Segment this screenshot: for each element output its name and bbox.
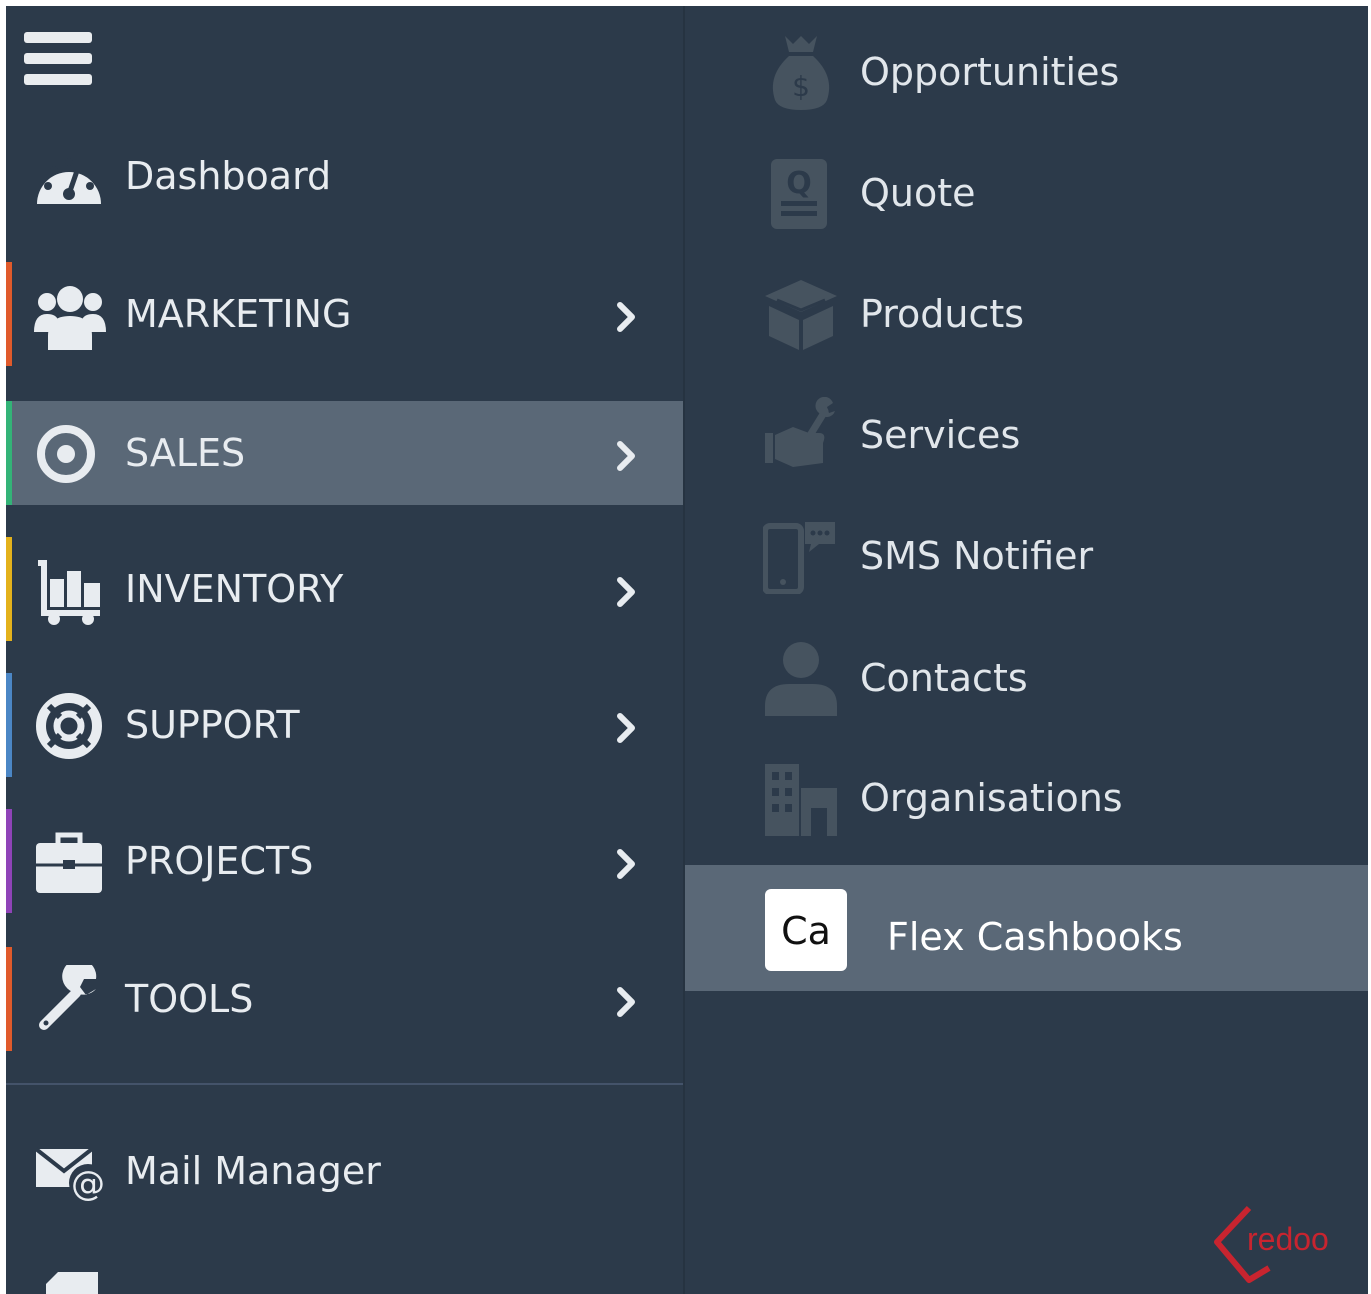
sidebar-item-projects[interactable]: PROJECTS: [6, 809, 683, 913]
chevron-right-icon: [614, 985, 640, 1019]
sidebar-item-mail-manager[interactable]: @ Mail Manager: [6, 1119, 683, 1223]
document-icon: [42, 1268, 102, 1294]
submenu-item-label: Quote: [860, 171, 976, 215]
target-icon: [34, 419, 104, 489]
chevron-right-icon: [614, 575, 640, 609]
sidebar-item-support[interactable]: SUPPORT: [6, 673, 683, 777]
chevron-right-icon: [614, 847, 640, 881]
main-sidebar: Dashboard MARKETING SALES INVENTORY SUPP…: [6, 6, 685, 1294]
hand-wrench-icon: [763, 397, 839, 473]
svg-text:$: $: [792, 70, 810, 103]
submenu-item-sms-notifier[interactable]: SMS Notifier: [685, 504, 1368, 608]
accent-bar: [6, 673, 12, 777]
building-icon: [763, 760, 839, 836]
person-icon: [763, 640, 839, 716]
chevron-right-icon: [614, 300, 640, 334]
accent-bar: [6, 262, 12, 366]
accent-bar: [6, 809, 12, 913]
submenu-item-label: Organisations: [860, 776, 1123, 820]
submenu-item-opportunities[interactable]: $ Opportunities: [685, 20, 1368, 124]
product-box-icon: [763, 276, 839, 352]
ca-badge-icon: Ca: [765, 889, 847, 971]
dashboard-gauge-icon: [34, 142, 104, 212]
accent-bar: [6, 401, 12, 505]
accent-bar: [6, 947, 12, 1051]
sidebar-item-label: PROJECTS: [125, 839, 314, 883]
quote-document-icon: Q: [763, 155, 839, 231]
sidebar-item-label: MARKETING: [125, 292, 352, 336]
submenu-item-label: Flex Cashbooks: [887, 915, 1183, 959]
svg-text:redoo: redoo: [1247, 1221, 1329, 1257]
submenu-item-label: SMS Notifier: [860, 534, 1094, 578]
sidebar-item-label: SALES: [125, 431, 246, 475]
sidebar-item-label: Dashboard: [125, 154, 332, 198]
users-group-icon: [34, 280, 106, 350]
submenu-item-flex-cashbooks[interactable]: Ca Flex Cashbooks: [685, 865, 1368, 991]
sidebar-item-label: SUPPORT: [125, 703, 300, 747]
svg-text:@: @: [71, 1164, 105, 1204]
submenu-item-services[interactable]: Services: [685, 383, 1368, 487]
chevron-right-icon: [614, 439, 640, 473]
sidebar-item-dashboard[interactable]: Dashboard: [6, 124, 683, 228]
sidebar-item-tools[interactable]: TOOLS: [6, 947, 683, 1051]
hamburger-icon[interactable]: [24, 32, 92, 90]
sidebar-item-marketing[interactable]: MARKETING: [6, 262, 683, 366]
sidebar-item-label: Mail Manager: [125, 1149, 381, 1193]
redoo-logo-icon: redoo: [1209, 1202, 1357, 1288]
menu-divider: [6, 1083, 683, 1085]
lifebuoy-icon: [34, 691, 104, 761]
svg-text:Q: Q: [786, 166, 812, 201]
submenu-item-organisations[interactable]: Organisations: [685, 746, 1368, 850]
submenu-item-products[interactable]: Products: [685, 262, 1368, 366]
sidebar-item-label: INVENTORY: [125, 567, 344, 611]
cart-boxes-icon: [34, 555, 104, 625]
submenu-item-quote[interactable]: Q Quote: [685, 141, 1368, 245]
sidebar-item-inventory[interactable]: INVENTORY: [6, 537, 683, 641]
chevron-right-icon: [614, 711, 640, 745]
money-bag-icon: $: [763, 34, 839, 110]
submenu-item-label: Services: [860, 413, 1021, 457]
accent-bar: [6, 537, 12, 641]
wrench-icon: [34, 965, 104, 1035]
briefcase-icon: [34, 827, 104, 897]
sales-submenu: $ Opportunities Q Quote Products Service…: [685, 6, 1368, 1294]
sidebar-item-label: TOOLS: [125, 977, 254, 1021]
submenu-item-label: Opportunities: [860, 50, 1120, 94]
sidebar-item-sales[interactable]: SALES: [6, 401, 683, 505]
app-frame: Dashboard MARKETING SALES INVENTORY SUPP…: [6, 6, 1368, 1294]
mail-at-icon: @: [34, 1137, 108, 1207]
phone-message-icon: [763, 518, 839, 594]
submenu-item-label: Products: [860, 292, 1025, 336]
submenu-item-contacts[interactable]: Contacts: [685, 626, 1368, 730]
submenu-item-label: Contacts: [860, 656, 1028, 700]
